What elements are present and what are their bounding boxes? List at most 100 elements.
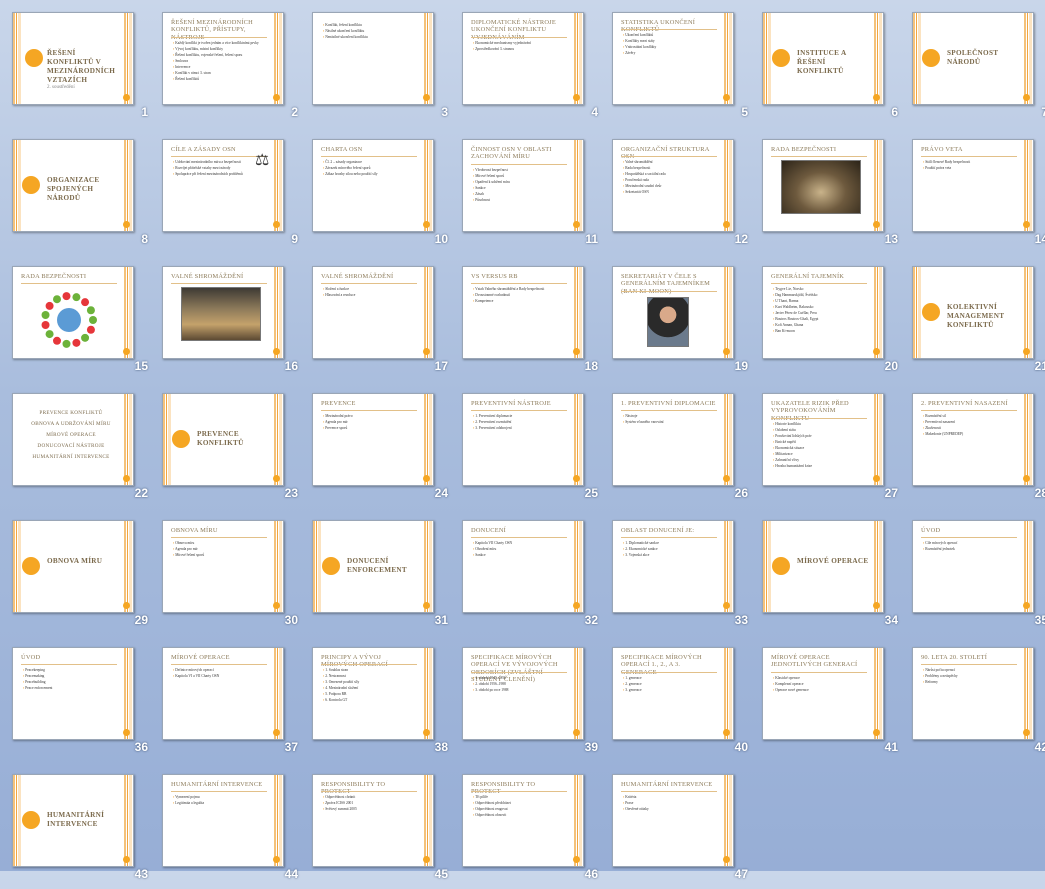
slide-number-dot-icon <box>1023 221 1030 228</box>
slide-thumbnail[interactable]: SPOLEČNOST NÁRODŮ <box>912 12 1034 105</box>
orange-circle-icon <box>922 303 940 321</box>
slide-number-dot-icon <box>873 602 880 609</box>
slide-thumbnail[interactable]: SPECIFIKACE MÍROVÝCH OPERACÍ 1., 2., A 3… <box>612 647 734 740</box>
slide-thumbnail-cell: SPOLEČNOST NÁRODŮ 7 <box>900 0 1045 127</box>
slide-thumbnail[interactable]: VS VERSUS RB Vztah Valného shromáždění a … <box>462 266 584 359</box>
slide-thumbnail-cell: RESPONSIBILITY TO PROTECTOdpovědnost chr… <box>300 762 450 889</box>
member-seat <box>45 301 54 310</box>
slide-thumbnail[interactable]: RADA BEZPEČNOSTI <box>762 139 884 232</box>
slide-thumbnail-cell: RADA BEZPEČNOSTI 15 <box>0 254 150 381</box>
slide-photo <box>781 160 861 214</box>
slide-title: MÍROVÉ OPERACE <box>171 654 230 661</box>
bullet-item: Trygve Lie, Norsko <box>773 287 869 292</box>
slide-thumbnail[interactable]: ÚVOD Cíle mírových operacíRozmístění jedn… <box>912 520 1034 613</box>
member-seat <box>45 330 54 339</box>
slide-thumbnail[interactable]: OBNOVA MÍRU <box>12 520 134 613</box>
slide-thumbnail[interactable]: STATISTIKA UKONČENÍ KONFLIKTŮUkončení ko… <box>612 12 734 105</box>
title-divider <box>621 672 717 673</box>
slide-thumbnail[interactable]: HUMANITÁRNÍ INTERVENCE Vymezení pojmuLegi… <box>162 774 284 867</box>
slide-number-dot-icon <box>273 348 280 355</box>
slide-number: 12 <box>734 232 748 246</box>
slide-number-dot-icon <box>123 856 130 863</box>
slide-thumbnail[interactable]: RADA BEZPEČNOSTI <box>12 266 134 359</box>
orange-circle-icon <box>22 811 40 829</box>
slide-thumbnail[interactable]: VALNÉ SHROMÁŽDĚNÍ Složení a funkceHlasová… <box>312 266 434 359</box>
slide-title: OBNOVA MÍRU <box>171 527 218 534</box>
title-divider <box>171 283 267 284</box>
slide-thumbnail[interactable]: ŘEŠENÍ MEZINÁRODNÍCH KONFLIKTŮ, PŘÍSTUPY… <box>162 12 284 105</box>
slide-thumbnail[interactable]: ORGANIZAČNÍ STRUKTURA OSNValné shromáždě… <box>612 139 734 232</box>
slide-number: 44 <box>284 867 298 881</box>
slide-thumbnail[interactable]: PRÁVO VETA Stálí členové Rady bezpečnosti… <box>912 139 1034 232</box>
slide-number-dot-icon <box>423 856 430 863</box>
slide-thumbnail[interactable]: RESPONSIBILITY TO PROTECTOdpovědnost chr… <box>312 774 434 867</box>
bullet-item: Závazek mírového řešení sporů <box>323 166 419 171</box>
slide-number-dot-icon <box>273 475 280 482</box>
slide-thumbnail[interactable]: OBLAST DONUCENÍ JE: 1. Diplomatické sankc… <box>612 520 734 613</box>
slide-thumbnail[interactable]: RESPONSIBILITY TO PROTECTTři pilířeOdpov… <box>462 774 584 867</box>
slide-thumbnail[interactable]: PREVENCE KONFLIKTŮ <box>162 393 284 486</box>
slide-thumbnail[interactable]: KOLEKTIVNÍ MANAGEMENT KONFLIKTŮ <box>912 266 1034 359</box>
slide-thumbnail-cell: ŘEŠENÍ MEZINÁRODNÍCH KONFLIKTŮ, PŘÍSTUPY… <box>150 0 300 127</box>
decorative-stripe <box>763 521 772 612</box>
slide-thumbnail-cell: PREVENCE Mezinárodní právoAgenda pro mírP… <box>300 381 450 508</box>
slide-thumbnail[interactable]: PREVENCE Mezinárodní právoAgenda pro mírP… <box>312 393 434 486</box>
slide-thumbnail[interactable]: DONUCENÍ Kapitola VII Charty OSNOhrožení … <box>462 520 584 613</box>
slide-thumbnail[interactable]: CHARTA OSN Čl. 2 – zásady organizaceZávaz… <box>312 139 434 232</box>
slide-thumbnail[interactable]: OBNOVA MÍRU Obnova míruAgenda pro mírMíro… <box>162 520 284 613</box>
slide-title: DONUCENÍ <box>471 527 506 534</box>
title-divider <box>171 664 267 665</box>
slide-thumbnail[interactable]: PRINCIPY A VÝVOJ MÍROVÝCH OPERACÍ1. Souh… <box>312 647 434 740</box>
title-divider <box>21 664 117 665</box>
slide-thumbnail-cell: ORGANIZACE SPOJENÝCH NÁRODŮ 8 <box>0 127 150 254</box>
slide-thumbnail[interactable]: ÚVOD PeacekeepingPeacemakingPeacebuilding… <box>12 647 134 740</box>
slide-number: 41 <box>884 740 898 754</box>
slide-number-dot-icon <box>873 94 880 101</box>
bullet-item: Světový summit 2005 <box>323 807 419 812</box>
slide-thumbnail[interactable]: PREVENCE KONFLIKTŮ OBNOVA A UDRŽOVÁNÍ MÍR… <box>12 393 134 486</box>
slide-thumbnail[interactable]: GENERÁLNÍ TAJEMNÍK Trygve Lie, NorskoDag … <box>762 266 884 359</box>
slide-thumbnail[interactable]: MÍROVÉ OPERACE <box>762 520 884 613</box>
slide-thumbnail[interactable]: UKAZATELE RIZIK PŘED VYPROVOKOVÁNÍM KONF… <box>762 393 884 486</box>
slide-title: VALNÉ SHROMÁŽDĚNÍ <box>171 273 244 280</box>
bullet-list: Nárůst počtu operacíProblémy a neúspěchy… <box>923 668 1019 686</box>
slide-thumbnail[interactable]: Konflikt, řešení konfliktuNásilné ukonče… <box>312 12 434 105</box>
slide-number: 20 <box>884 359 898 373</box>
slide-thumbnail[interactable]: VALNÉ SHROMÁŽDĚNÍ <box>162 266 284 359</box>
slide-thumbnail[interactable]: 2. PREVENTIVNÍ NASAZENÍ Rozmístění silPre… <box>912 393 1034 486</box>
bullet-list: Vymezení pojmuLegitimita a legalita <box>173 795 269 807</box>
bullet-item: Kapitola VI a VII Charty OSN <box>173 674 269 679</box>
slide-thumbnail[interactable]: ORGANIZACE SPOJENÝCH NÁRODŮ <box>12 139 134 232</box>
slide-thumbnail-cell: PRÁVO VETA Stálí členové Rady bezpečnosti… <box>900 127 1045 254</box>
decorative-stripe <box>574 521 583 612</box>
slide-title: OBNOVA MÍRU <box>47 557 103 565</box>
slide-thumbnail[interactable]: MÍROVÉ OPERACE JEDNOTLIVÝCH GENERACÍ Klas… <box>762 647 884 740</box>
bullet-item: Závěry <box>623 51 719 56</box>
slide-thumbnail[interactable]: HUMANITÁRNÍ INTERVENCE <box>12 774 134 867</box>
slide-thumbnail[interactable]: 1. PREVENTIVNÍ DIPLOMACIE NástrojeSystém … <box>612 393 734 486</box>
slide-thumbnail[interactable]: PREVENTIVNÍ NÁSTROJE 1. Preventivní diplo… <box>462 393 584 486</box>
slide-thumbnail[interactable]: DIPLOMATICKÉ NÁSTROJE UKONČENÍ KONFLIKTU… <box>462 12 584 105</box>
title-divider <box>471 164 567 165</box>
slide-thumbnail[interactable]: SEKRETARIÁT V ČELE S GENERÁLNÍM TAJEMNÍK… <box>612 266 734 359</box>
bullet-item: Odpovědnost reagovat <box>473 807 569 812</box>
slide-thumbnail[interactable]: INSTITUCE A ŘEŠENÍ KONFLIKTŮ <box>762 12 884 105</box>
slide-title: STATISTIKA UKONČENÍ KONFLIKTŮ <box>621 19 696 33</box>
orange-circle-icon <box>22 557 40 575</box>
bullet-item: Peacemaking <box>23 674 119 679</box>
bullet-item: Cíle mírových operací <box>923 541 1019 546</box>
bullet-item: Agenda pro mír <box>173 547 269 552</box>
slide-thumbnail[interactable]: ŘEŠENÍ KONFLIKTŮ V MEZINÁRODNÍCH VZTAZÍC… <box>12 12 134 105</box>
slide-thumbnail[interactable]: DONUCENÍ ENFORCEMENT <box>312 520 434 613</box>
slide-thumbnail[interactable]: SPECIFIKACE MÍROVÝCH OPERACÍ VE VÝVOJOVÝ… <box>462 647 584 740</box>
slide-thumbnail[interactable]: ČINNOST OSN V OBLASTI ZACHOVÁNÍ MÍRU Všeo… <box>462 139 584 232</box>
slide-thumbnail[interactable]: HUMANITÁRNÍ INTERVENCE KritériaPraxeOtevř… <box>612 774 734 867</box>
bullet-item: Komplexní operace <box>773 682 869 687</box>
slide-thumbnail-cell: HUMANITÁRNÍ INTERVENCE 43 <box>0 762 150 889</box>
slide-thumbnail[interactable]: 90. LETA 20. STOLETÍ Nárůst počtu operací… <box>912 647 1034 740</box>
slide-thumbnail[interactable]: MÍROVÉ OPERACE Definice mírových operacíK… <box>162 647 284 740</box>
slide-title: MÍROVÉ OPERACE JEDNOTLIVÝCH GENERACÍ <box>771 654 858 669</box>
decorative-stripe <box>424 648 433 739</box>
slide-thumbnail[interactable]: CÍLE A ZÁSADY OSNUdržování mezinárodního… <box>162 139 284 232</box>
bullet-item: Dag Hammarskjöld, Švédsko <box>773 293 869 298</box>
